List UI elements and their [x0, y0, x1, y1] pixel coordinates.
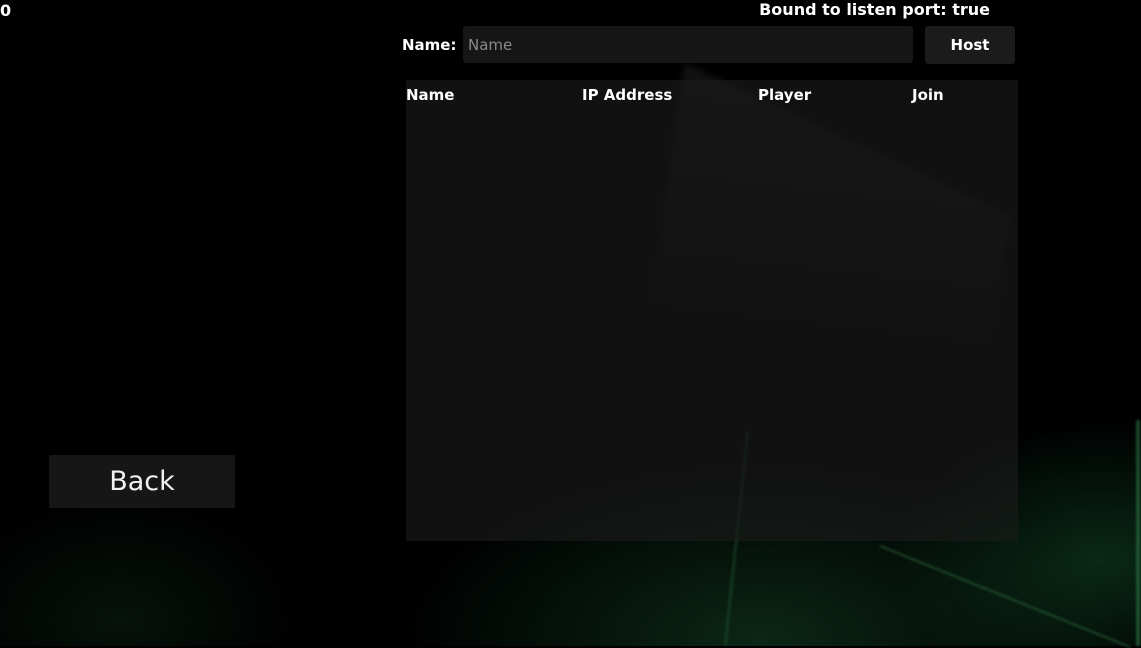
column-header-join: Join — [912, 86, 944, 104]
back-button[interactable]: Back — [49, 455, 235, 508]
column-header-ip-address: IP Address — [582, 86, 673, 104]
server-list-panel: Name IP Address Player Join — [406, 80, 1018, 541]
listen-port-status: Bound to listen port: true — [759, 0, 990, 19]
host-button[interactable]: Host — [925, 26, 1015, 64]
background-light-beam — [879, 545, 1131, 648]
server-list-header: Name IP Address Player Join — [406, 80, 1018, 112]
server-name-input[interactable] — [463, 26, 913, 63]
name-label: Name: — [402, 36, 457, 54]
column-header-player: Player — [758, 86, 812, 104]
column-header-name: Name — [406, 86, 455, 104]
background-light-beam — [1136, 420, 1140, 646]
frame-counter: 0 — [0, 1, 12, 20]
